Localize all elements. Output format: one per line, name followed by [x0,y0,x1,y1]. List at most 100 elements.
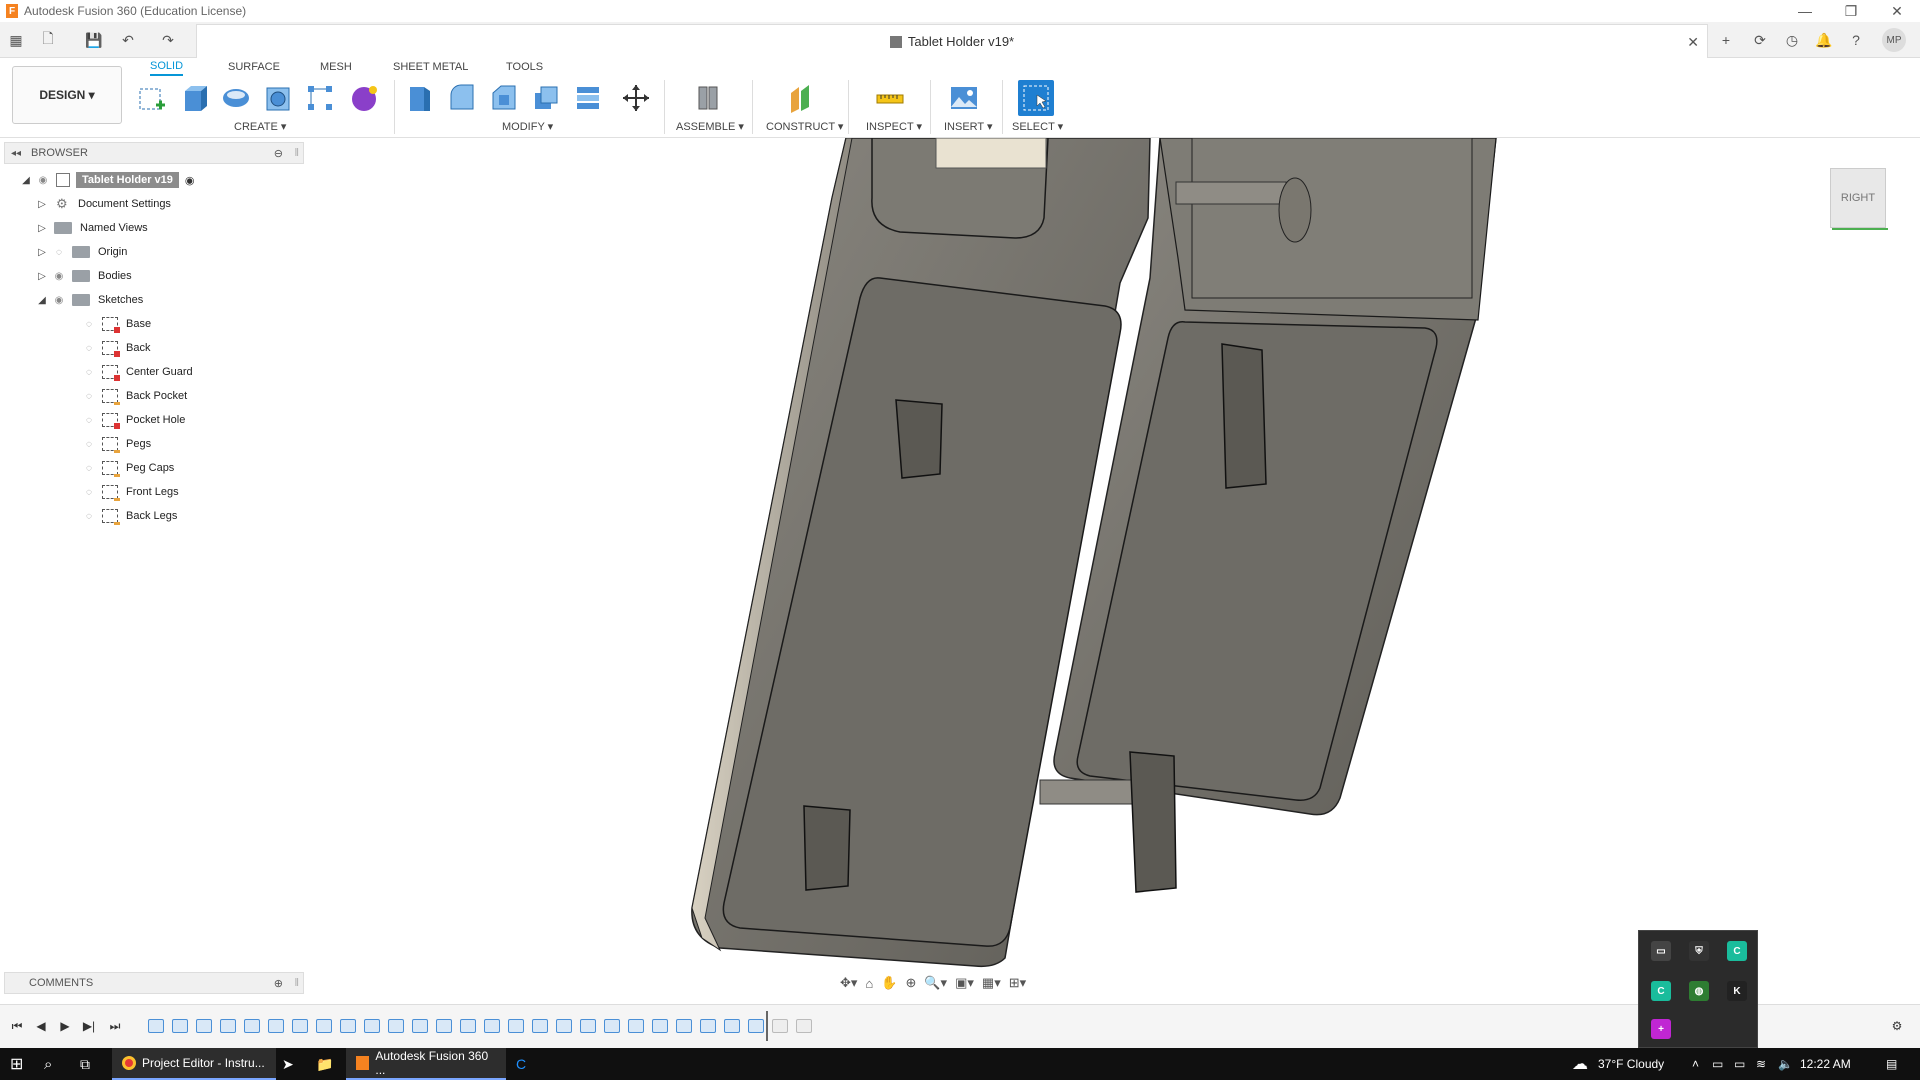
eye-hidden-icon[interactable]: ◌ [82,414,96,426]
comments-panel[interactable]: COMMENTS ⊕ ‖ [4,972,304,994]
construct-menu[interactable]: CONSTRUCT ▾ [766,120,843,133]
minimize-button[interactable]: — [1782,0,1828,22]
move-copy-tool[interactable] [618,80,654,116]
tab-surface[interactable]: SURFACE [228,58,280,76]
measure-tool[interactable] [872,80,908,116]
timeline-start-icon[interactable]: ⏮ [8,1017,26,1035]
eye-hidden-icon[interactable]: ◌ [52,246,66,258]
insert-menu[interactable]: INSERT ▾ [944,120,993,133]
app-c-icon[interactable]: C [516,1048,526,1080]
timeline-feature-icon[interactable] [460,1019,476,1033]
timeline-end-icon[interactable]: ⏭ [106,1017,124,1035]
timeline-feature-icon[interactable] [340,1019,356,1033]
sketch-item-back-pocket[interactable]: ◌ Back Pocket [78,386,187,406]
timeline-feature-icon[interactable] [436,1019,452,1033]
hole-tool[interactable] [260,80,296,116]
timeline-feature-icon[interactable] [580,1019,596,1033]
search-icon[interactable]: ⌕ [44,1048,52,1080]
timeline-feature-icon[interactable] [268,1019,284,1033]
select-menu[interactable]: SELECT ▾ [1012,120,1063,133]
taskbar-app-chrome[interactable]: Project Editor - Instru... [112,1048,276,1080]
tray-gpu-icon[interactable]: ◍ [1689,981,1709,1001]
wifi-icon[interactable]: ≋ [1756,1048,1766,1080]
timeline-feature-icon[interactable] [772,1019,788,1033]
eye-hidden-icon[interactable]: ◌ [82,438,96,450]
eye-hidden-icon[interactable]: ◌ [82,318,96,330]
offset-plane-tool[interactable] [784,80,820,116]
fillet-tool[interactable] [444,80,480,116]
timeline-feature-icon[interactable] [508,1019,524,1033]
collapsed-triangle-icon[interactable]: ▷ [36,222,48,234]
eye-hidden-icon[interactable]: ◌ [82,342,96,354]
orbit-icon[interactable]: ✥▾ [840,975,857,991]
timeline-feature-icon[interactable] [604,1019,620,1033]
sketch-item-pocket-hole[interactable]: ◌ Pocket Hole [78,410,185,430]
pattern-tool[interactable] [302,80,338,116]
timeline-marker[interactable] [766,1011,768,1041]
collapsed-triangle-icon[interactable]: ▷ [36,270,48,282]
undo-icon[interactable]: ↶ [118,30,138,50]
timeline-settings-icon[interactable]: ⚙ [1888,1017,1906,1035]
save-icon[interactable]: 💾 [84,30,104,50]
expanded-triangle-icon[interactable]: ◢ [20,174,32,186]
task-view-icon[interactable]: ⧉ [80,1048,90,1080]
chamfer-tool[interactable] [486,80,522,116]
activate-radio-icon[interactable]: ◉ [185,174,195,187]
help-icon[interactable]: ? [1846,30,1866,50]
timeline-feature-icon[interactable] [364,1019,380,1033]
sketch-item-back-legs[interactable]: ◌ Back Legs [78,506,177,526]
steam-icon[interactable]: ➤ [282,1048,294,1080]
browser-item-named-views[interactable]: ▷ Named Views [36,218,148,238]
timeline-feature-icon[interactable] [316,1019,332,1033]
tab-sheet-metal[interactable]: SHEET METAL [393,58,468,76]
notifications-icon[interactable]: 🔔 [1814,30,1834,50]
file-explorer-icon[interactable]: 📁 [316,1048,333,1080]
windows-start-icon[interactable]: ⊞ [10,1048,23,1080]
eye-hidden-icon[interactable]: ◌ [82,486,96,498]
create-menu[interactable]: CREATE ▾ [234,120,286,133]
extrude-tool[interactable] [176,80,212,116]
close-tab-icon[interactable]: ✕ [1687,34,1699,51]
split-face-tool[interactable] [570,80,606,116]
panel-resize-handle[interactable]: ‖ [294,977,299,989]
eye-hidden-icon[interactable]: ◌ [82,510,96,522]
tray-app-icon[interactable]: C [1727,941,1747,961]
clock[interactable]: 12:22 AM [1800,1048,1851,1080]
eye-icon[interactable]: ◉ [52,270,66,282]
timeline-feature-icon[interactable] [484,1019,500,1033]
press-pull-tool[interactable] [402,80,438,116]
create-sketch-tool[interactable] [134,80,170,116]
sketch-item-base[interactable]: ◌ Base [78,314,151,334]
viewcube[interactable]: RIGHT [1830,168,1886,228]
sketch-item-front-legs[interactable]: ◌ Front Legs [78,482,179,502]
battery-icon[interactable]: ▭ [1734,1048,1745,1080]
timeline-feature-icon[interactable] [748,1019,764,1033]
restore-button[interactable]: ❐ [1828,0,1874,22]
timeline-play-icon[interactable]: ▶ [56,1017,74,1035]
timeline-feature-icon[interactable] [676,1019,692,1033]
volume-icon[interactable]: 🔈 [1778,1048,1793,1080]
weather-cloud-icon[interactable]: ☁ [1572,1048,1588,1080]
eye-icon[interactable]: ◉ [52,294,66,306]
tray-app-icon[interactable]: K [1727,981,1747,1001]
timeline-feature-icon[interactable] [244,1019,260,1033]
grid-settings-icon[interactable]: ▦▾ [982,975,1001,991]
tray-app-icon[interactable]: C [1651,981,1671,1001]
panel-resize-handle[interactable]: ‖ [294,147,299,159]
look-at-icon[interactable]: ⌂ [865,976,873,991]
fit-icon[interactable]: 🔍▾ [924,975,947,991]
minimize-panel-icon[interactable]: ⊖ [274,147,283,160]
data-panel-icon[interactable]: ▦ [6,30,26,50]
tray-chevron-icon[interactable]: ˄ [1692,1048,1699,1080]
tray-monitor-icon[interactable]: ▭ [1651,941,1671,961]
timeline-feature-icon[interactable] [724,1019,740,1033]
timeline-feature-icon[interactable] [388,1019,404,1033]
inspect-menu[interactable]: INSPECT ▾ [866,120,922,133]
timeline-feature-icon[interactable] [700,1019,716,1033]
weather-text[interactable]: 37°F Cloudy [1598,1048,1664,1080]
insert-image-tool[interactable] [946,80,982,116]
timeline-next-icon[interactable]: ▶| [80,1017,98,1035]
viewports-icon[interactable]: ⊞▾ [1009,975,1026,991]
job-status-icon[interactable]: ◷ [1782,30,1802,50]
eye-hidden-icon[interactable]: ◌ [82,462,96,474]
